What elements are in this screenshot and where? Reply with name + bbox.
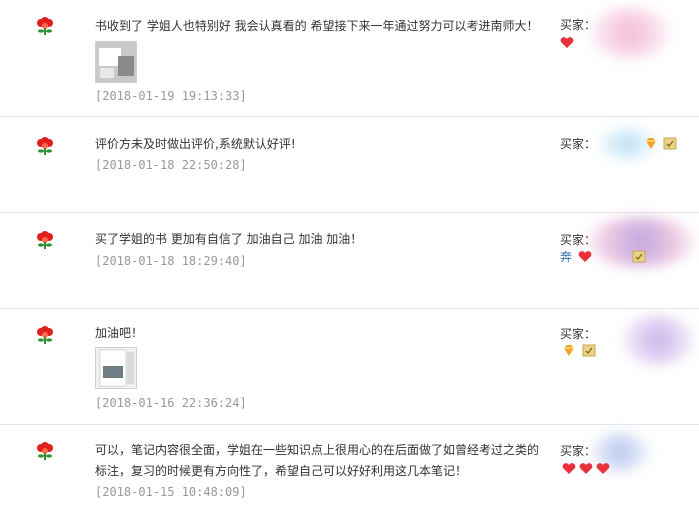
review-comment: 可以，笔记内容很全面，学姐在一些知识点上很用心的在后面做了如曾经考过之类的标注，… xyxy=(95,443,540,478)
buyer-info: 买家： xyxy=(560,8,699,74)
review-date: [2018-01-15 10:48:09] xyxy=(95,485,247,499)
review-comment: 书收到了 学姐人也特别好 我会认真看的 希望接下来一年通过努力可以考进南师大！ xyxy=(95,19,539,33)
flower-icon xyxy=(37,17,53,35)
review-photo-thumbnail[interactable] xyxy=(95,347,137,389)
review-comment: 买了学姐的书 更加有自信了 加油自己 加油 加油！ xyxy=(95,232,363,246)
diamond-icon xyxy=(646,138,656,149)
review-date: [2018-01-18 18:29:40] xyxy=(95,254,247,268)
review-comment: 评价方未及时做出评价,系统默认好评! xyxy=(95,137,296,151)
heart-icon xyxy=(579,463,593,474)
review-photo-thumbnail[interactable] xyxy=(95,41,137,83)
flower-icon xyxy=(37,137,53,155)
masked-buyer-name xyxy=(590,8,670,58)
verified-badge-icon xyxy=(632,250,646,263)
review-comment: 加油吧！ xyxy=(95,326,144,340)
review-item: 可以，笔记内容很全面，学姐在一些知识点上很用心的在后面做了如曾经考过之类的标注，… xyxy=(0,425,699,523)
flower-icon xyxy=(37,442,53,460)
heart-icon xyxy=(578,251,592,262)
photo-image xyxy=(96,348,136,388)
review-date: [2018-01-16 22:36:24] xyxy=(95,396,247,410)
buyer-label: 买家： xyxy=(560,327,597,341)
buyer-nickname-tail: 奔 xyxy=(560,250,573,264)
review-item: 评价方未及时做出评价,系统默认好评! [2018-01-18 22:50:28]… xyxy=(0,117,699,213)
buyer-info: 买家： xyxy=(560,129,699,193)
verified-badge-icon xyxy=(582,344,596,357)
photo-image xyxy=(96,42,136,82)
diamond-icon xyxy=(564,345,574,356)
buyer-info: 买家： 奔 xyxy=(560,217,699,289)
review-date: [2018-01-19 19:13:33] xyxy=(95,89,247,103)
flower-icon xyxy=(37,326,53,344)
flower-icon xyxy=(37,231,53,249)
review-item: 买了学姐的书 更加有自信了 加油自己 加油 加油！ [2018-01-18 18… xyxy=(0,213,699,309)
buyer-label: 买家： xyxy=(560,137,597,151)
buyer-info: 买家： xyxy=(560,432,699,500)
review-item: 加油吧！ [2018-01-16 22:36:24] 买家： xyxy=(0,309,699,425)
heart-icon xyxy=(560,37,574,48)
verified-badge-icon xyxy=(663,137,677,150)
review-item: 书收到了 学姐人也特别好 我会认真看的 希望接下来一年通过努力可以考进南师大！ … xyxy=(0,0,699,117)
masked-buyer-name xyxy=(622,315,694,365)
heart-icon xyxy=(596,463,610,474)
buyer-info: 买家： xyxy=(560,315,699,383)
heart-icon xyxy=(562,463,576,474)
review-date: [2018-01-18 22:50:28] xyxy=(95,158,247,172)
